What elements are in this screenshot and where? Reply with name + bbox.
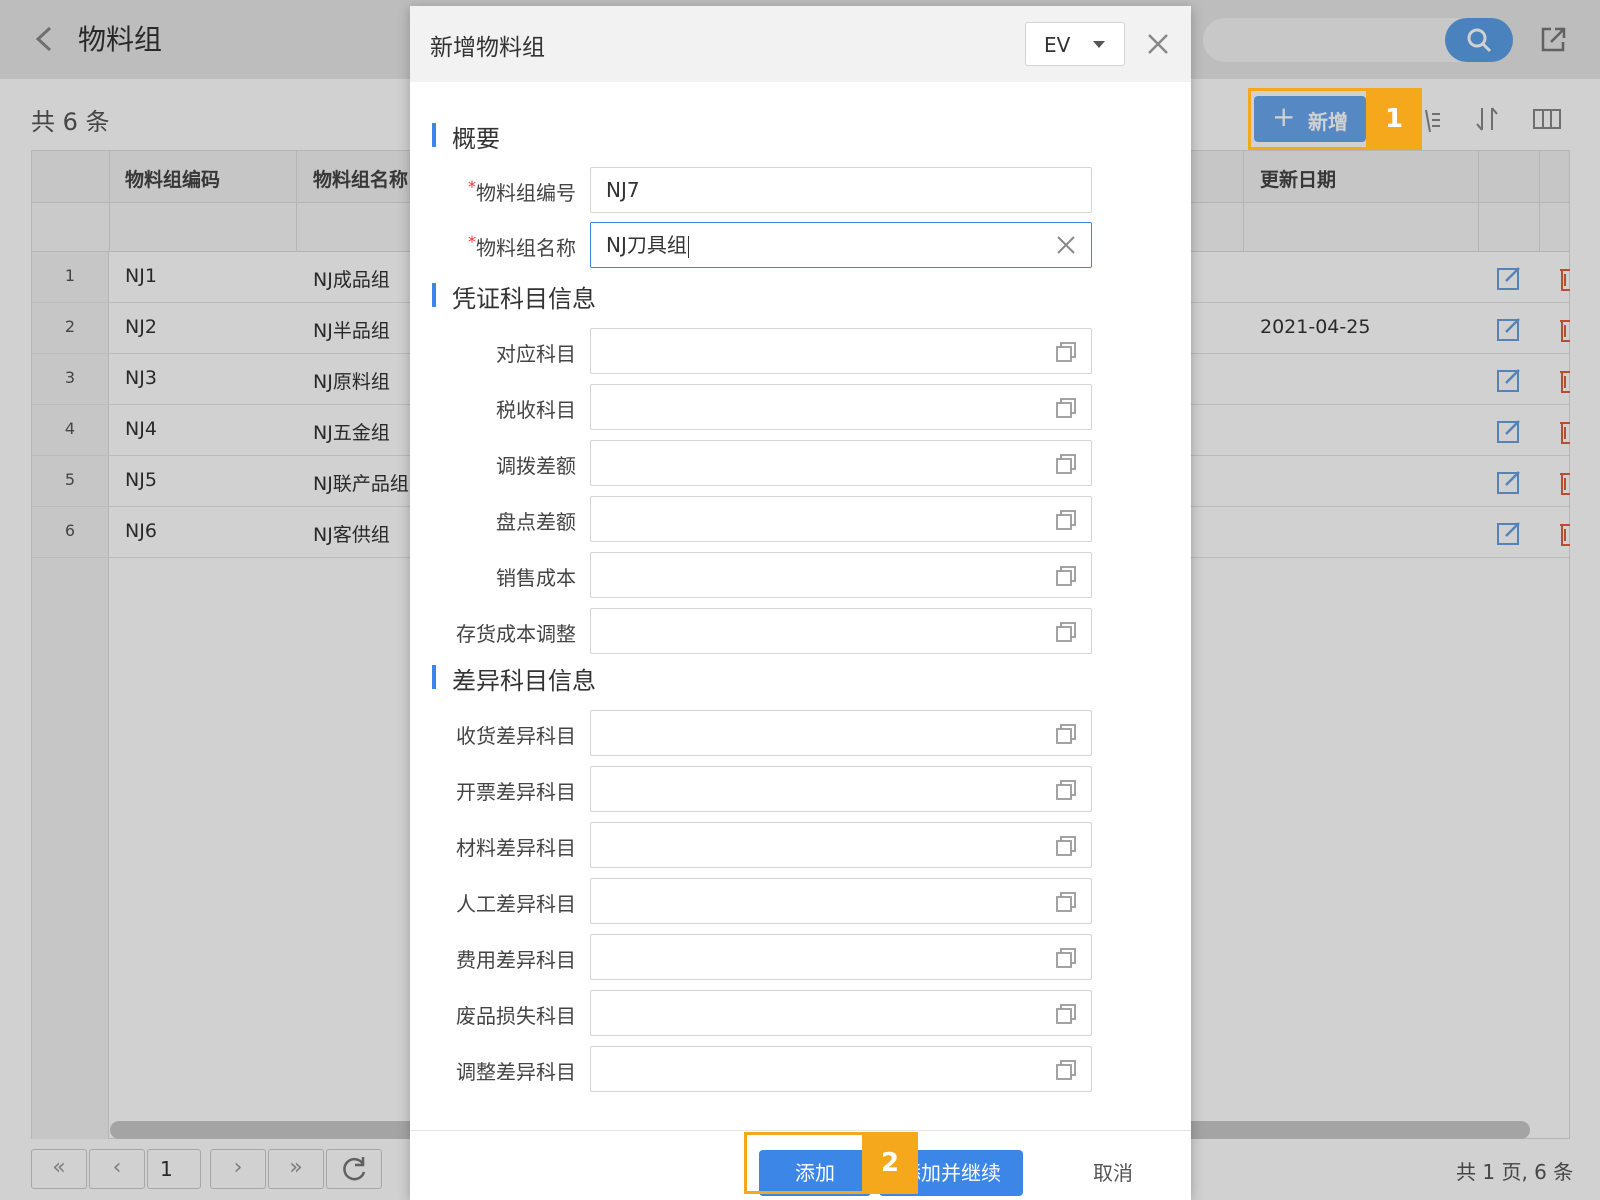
- lookup-field-label: 收货差异科目: [456, 724, 576, 748]
- lookup-field-label: 调整差异科目: [456, 1060, 576, 1084]
- lookup-field-label: 盘点差额: [496, 510, 576, 534]
- required-mark: *: [468, 232, 476, 251]
- lookup-input[interactable]: [590, 552, 1092, 598]
- text-cursor: [687, 235, 689, 258]
- lookup-field-label: 销售成本: [496, 566, 576, 590]
- code-input-value: NJ7: [606, 178, 640, 202]
- section-title: 差异科目信息: [452, 667, 596, 695]
- lookup-field-label: 对应科目: [496, 342, 576, 366]
- lookup-input[interactable]: [590, 990, 1092, 1036]
- section-title: 概要: [452, 125, 500, 153]
- language-select[interactable]: EV: [1025, 22, 1125, 66]
- lookup-icon[interactable]: [1054, 834, 1078, 858]
- lookup-input[interactable]: [590, 822, 1092, 868]
- lookup-field-label: 税收科目: [496, 398, 576, 422]
- new-material-group-dialog: 新增物料组 EV 概要 *物料组编号 NJ7 *物料组名称 NJ刀具组 凭证科目…: [410, 6, 1191, 1200]
- lookup-input[interactable]: [590, 878, 1092, 924]
- chevron-down-icon: [1093, 41, 1105, 48]
- section-marker: [432, 283, 436, 307]
- lookup-input[interactable]: [590, 1046, 1092, 1092]
- name-input-value: NJ刀具组: [606, 233, 687, 257]
- code-label-text: 物料组编号: [476, 181, 576, 205]
- lookup-input[interactable]: [590, 328, 1092, 374]
- lookup-input[interactable]: [590, 710, 1092, 756]
- code-input[interactable]: NJ7: [590, 167, 1092, 213]
- lookup-input[interactable]: [590, 934, 1092, 980]
- lookup-icon[interactable]: [1054, 722, 1078, 746]
- name-label-text: 物料组名称: [476, 236, 576, 260]
- lookup-icon[interactable]: [1054, 620, 1078, 644]
- step-1-badge: 1: [1366, 90, 1422, 148]
- lookup-input[interactable]: [590, 496, 1092, 542]
- section-marker: [432, 123, 436, 147]
- dialog-title: 新增物料组: [430, 35, 545, 61]
- name-field-label: *物料组名称: [410, 232, 576, 261]
- dialog-header: 新增物料组 EV: [410, 6, 1191, 82]
- lookup-icon[interactable]: [1054, 946, 1078, 970]
- lookup-icon[interactable]: [1054, 452, 1078, 476]
- lookup-field-label: 人工差异科目: [456, 892, 576, 916]
- code-field-label: *物料组编号: [410, 177, 576, 206]
- lookup-icon[interactable]: [1054, 564, 1078, 588]
- lookup-field-label: 费用差异科目: [456, 948, 576, 972]
- lookup-input[interactable]: [590, 384, 1092, 430]
- section-marker: [432, 665, 436, 689]
- lookup-icon[interactable]: [1054, 778, 1078, 802]
- required-mark: *: [468, 177, 476, 196]
- lookup-icon[interactable]: [1054, 1058, 1078, 1082]
- step-2-badge: 2: [862, 1134, 918, 1192]
- lookup-field-label: 调拨差额: [496, 454, 576, 478]
- section-title: 凭证科目信息: [452, 285, 596, 313]
- lookup-field-label: 开票差异科目: [456, 780, 576, 804]
- lookup-icon[interactable]: [1054, 890, 1078, 914]
- lookup-input[interactable]: [590, 440, 1092, 486]
- close-icon[interactable]: [1144, 30, 1172, 58]
- name-input[interactable]: NJ刀具组: [590, 222, 1092, 268]
- clear-icon[interactable]: [1055, 234, 1077, 256]
- lookup-icon[interactable]: [1054, 396, 1078, 420]
- lookup-field-label: 存货成本调整: [456, 622, 576, 646]
- cancel-button[interactable]: 取消: [1078, 1150, 1148, 1196]
- lookup-icon[interactable]: [1054, 1002, 1078, 1026]
- lookup-field-label: 材料差异科目: [456, 836, 576, 860]
- lookup-field-label: 废品损失科目: [456, 1004, 576, 1028]
- lookup-input[interactable]: [590, 766, 1092, 812]
- language-value: EV: [1044, 33, 1071, 57]
- lookup-icon[interactable]: [1054, 508, 1078, 532]
- lookup-icon[interactable]: [1054, 340, 1078, 364]
- lookup-input[interactable]: [590, 608, 1092, 654]
